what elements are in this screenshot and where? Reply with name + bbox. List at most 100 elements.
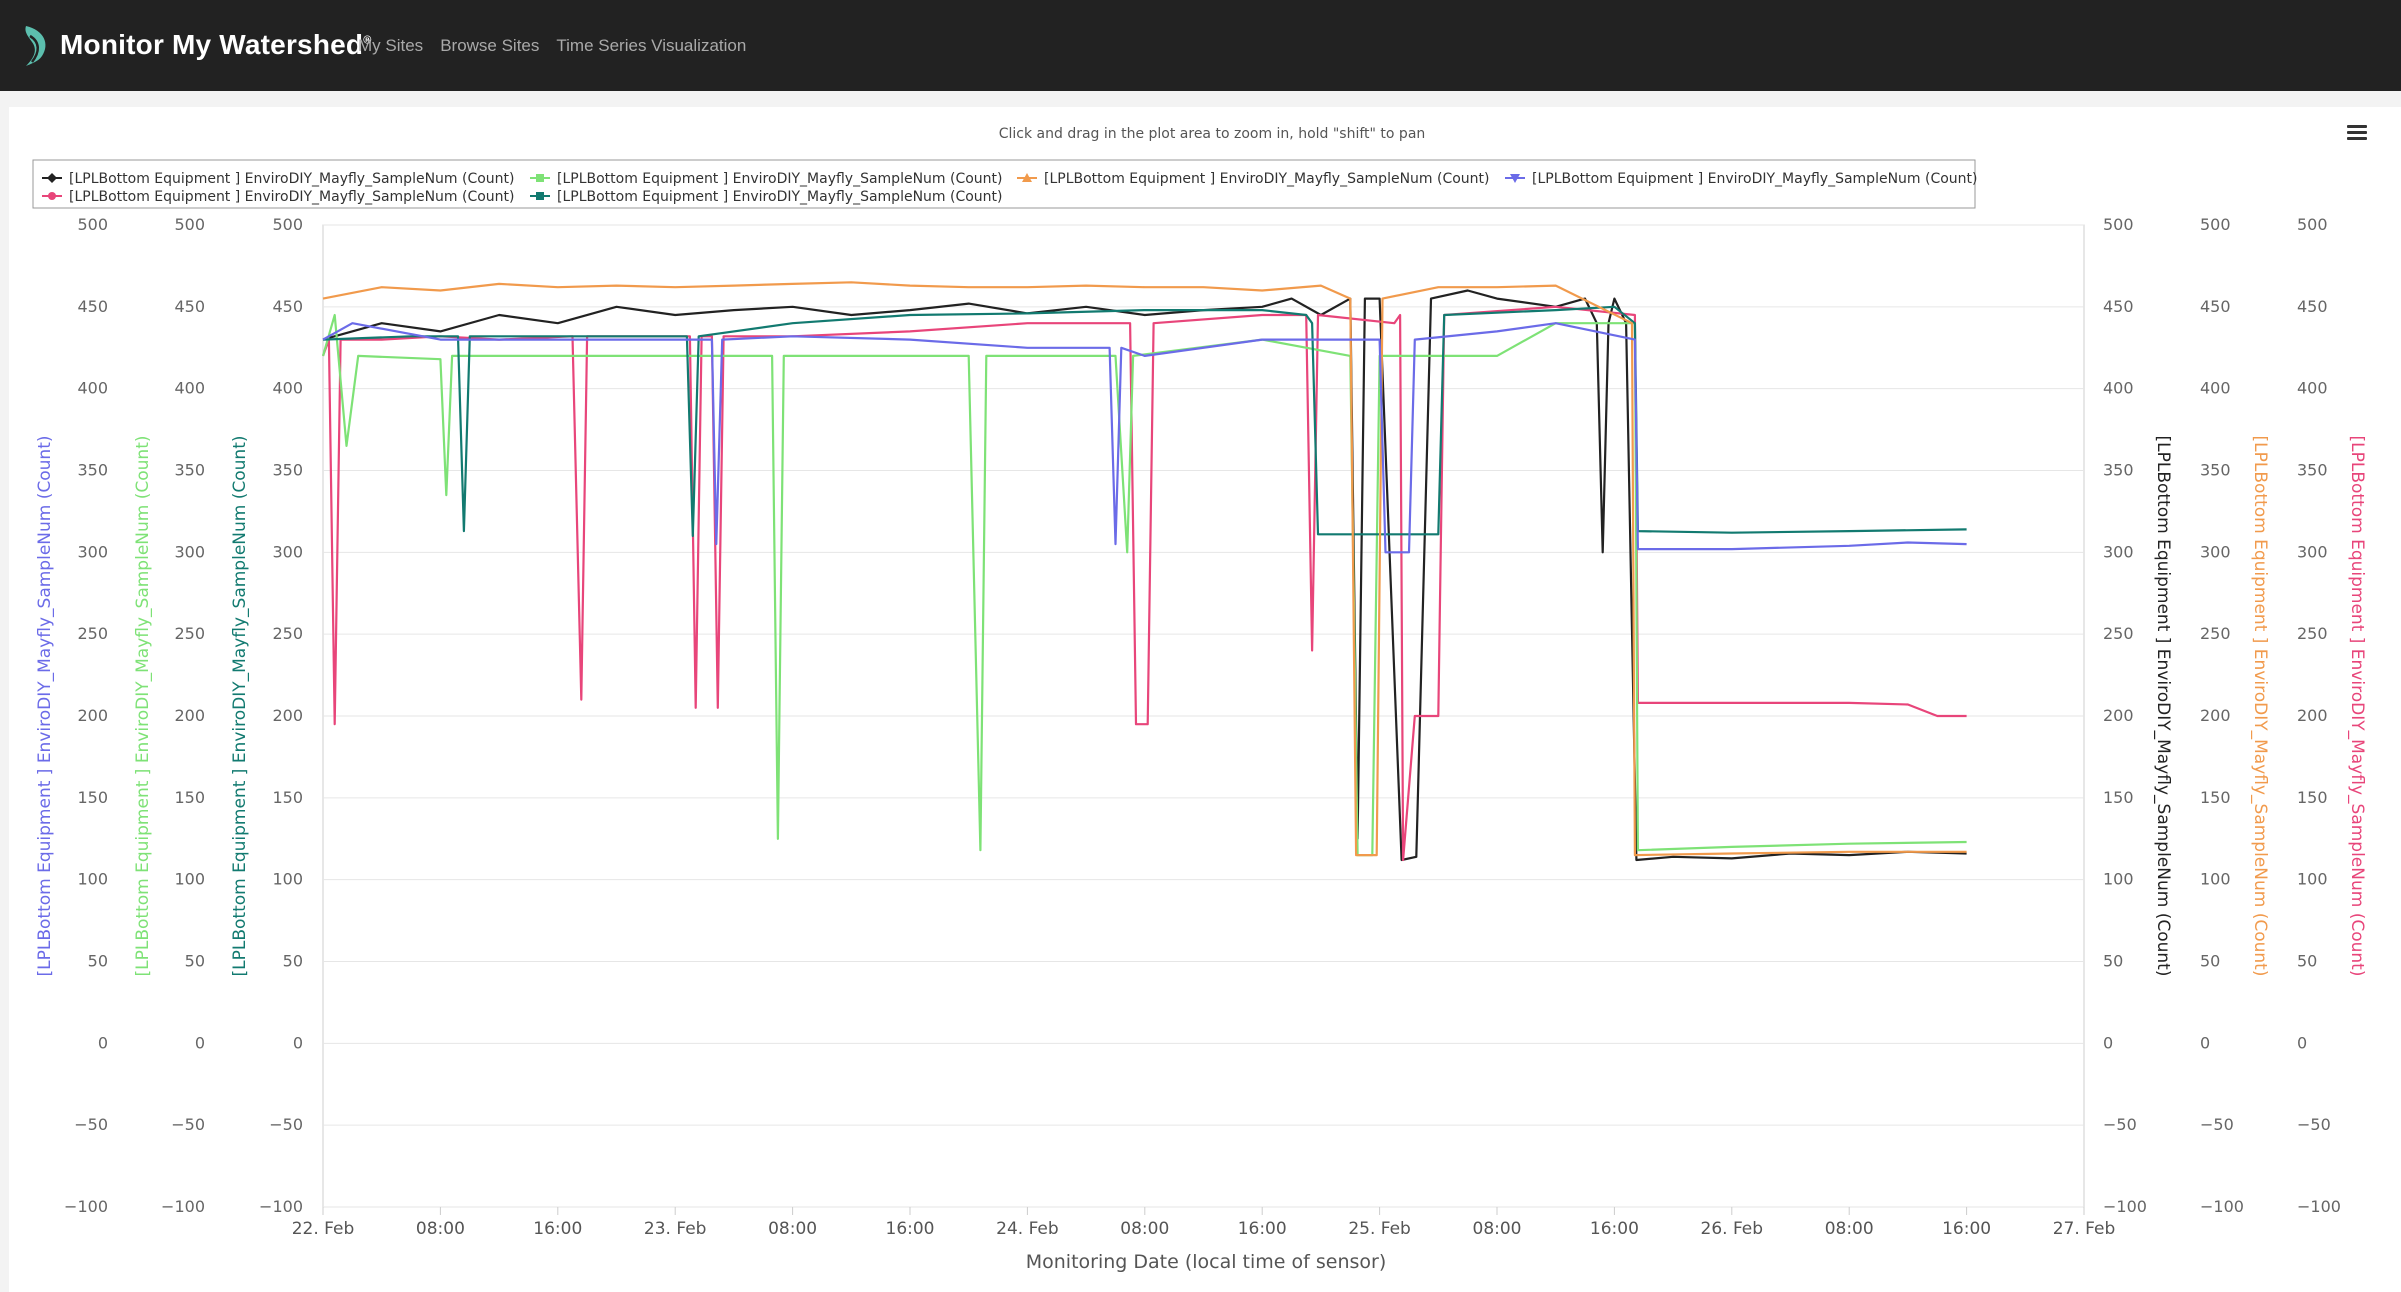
y-axis-title-right-3: [LPLBottom Equipment ] EnviroDIY_Mayfly_… — [2347, 436, 2367, 977]
series-line-3[interactable] — [321, 313, 1967, 857]
series-line-5[interactable] — [322, 281, 1967, 857]
y-tick-label-right-1: −100 — [2103, 1197, 2147, 1216]
x-axis-title: Monitoring Date (local time of sensor) — [1026, 1251, 1387, 1273]
y-tick-label-left-3: −100 — [259, 1197, 303, 1216]
legend-marker-square — [536, 174, 544, 182]
y-tick-label-right-1: 250 — [2103, 624, 2134, 643]
x-tick-label: 08:00 — [1473, 1219, 1522, 1239]
y-tick-label-left-3: 50 — [283, 952, 303, 971]
y-tick-label-left-2: 100 — [174, 870, 205, 889]
y-tick-label-right-1: 200 — [2103, 706, 2134, 725]
y-tick-label-right-2: 350 — [2200, 461, 2231, 480]
y-tick-label-left-1: −100 — [64, 1197, 108, 1216]
x-tick-label: 23. Feb — [644, 1219, 707, 1239]
y-tick-label-right-2: 500 — [2200, 215, 2231, 234]
y-tick-label-right-2: 250 — [2200, 624, 2231, 643]
y-tick-label-left-2: 300 — [174, 542, 205, 561]
y-tick-label-left-2: 200 — [174, 706, 205, 725]
y-tick-label-left-1: 100 — [77, 870, 108, 889]
y-tick-label-left-3: 450 — [272, 297, 303, 316]
legend-item-label[interactable]: [LPLBottom Equipment ] EnviroDIY_Mayfly_… — [1044, 171, 1490, 187]
y-axis-title-left-3: [LPLBottom Equipment ] EnviroDIY_Mayfly_… — [230, 436, 250, 977]
y-axis-title-left-1: [LPLBottom Equipment ] EnviroDIY_Mayfly_… — [35, 436, 55, 977]
legend-marker-square — [536, 192, 544, 200]
y-tick-label-left-3: 150 — [272, 788, 303, 807]
y-tick-label-right-3: −100 — [2297, 1197, 2341, 1216]
x-tick-label: 08:00 — [768, 1219, 817, 1239]
y-tick-label-left-2: 50 — [185, 952, 205, 971]
y-tick-label-right-3: 150 — [2297, 788, 2328, 807]
y-tick-label-right-2: 400 — [2200, 379, 2231, 398]
y-tick-label-left-1: 350 — [77, 461, 108, 480]
y-tick-label-left-3: 100 — [272, 870, 303, 889]
y-tick-label-right-3: 350 — [2297, 461, 2328, 480]
chart-legend: [LPLBottom Equipment ] EnviroDIY_Mayfly_… — [32, 159, 1978, 209]
y-tick-label-left-1: 0 — [98, 1033, 108, 1052]
series-line-4[interactable] — [322, 305, 1967, 538]
y-tick-label-left-1: 500 — [77, 215, 108, 234]
legend-item-label[interactable]: [LPLBottom Equipment ] EnviroDIY_Mayfly_… — [557, 189, 1003, 205]
y-tick-label-left-2: −100 — [161, 1197, 205, 1216]
y-tick-label-right-2: 100 — [2200, 870, 2231, 889]
y-tick-label-right-2: −50 — [2200, 1115, 2234, 1134]
legend-item-label[interactable]: [LPLBottom Equipment ] EnviroDIY_Mayfly_… — [69, 171, 515, 187]
y-tick-label-left-1: −50 — [74, 1115, 108, 1134]
y-tick-label-right-3: 400 — [2297, 379, 2328, 398]
y-tick-label-right-3: 200 — [2297, 706, 2328, 725]
series-line-1[interactable] — [322, 289, 1967, 862]
series-group[interactable] — [321, 281, 1967, 862]
y-tick-label-left-2: 250 — [174, 624, 205, 643]
y-tick-label-right-2: −100 — [2200, 1197, 2244, 1216]
y-tick-label-left-2: 0 — [195, 1033, 205, 1052]
y-tick-label-right-3: 300 — [2297, 542, 2328, 561]
y-tick-label-right-3: 50 — [2297, 952, 2317, 971]
y-tick-label-right-1: −50 — [2103, 1115, 2137, 1134]
y-tick-label-left-2: 150 — [174, 788, 205, 807]
legend-item-label[interactable]: [LPLBottom Equipment ] EnviroDIY_Mayfly_… — [1532, 171, 1978, 187]
y-tick-label-left-3: 350 — [272, 461, 303, 480]
y-tick-label-left-3: −50 — [269, 1115, 303, 1134]
y-tick-label-left-3: 200 — [272, 706, 303, 725]
x-tick-label: 24. Feb — [996, 1219, 1059, 1239]
y-tick-label-left-2: −50 — [171, 1115, 205, 1134]
x-tick-label: 08:00 — [416, 1219, 465, 1239]
y-tick-label-left-3: 500 — [272, 215, 303, 234]
y-tick-label-right-3: 100 — [2297, 870, 2328, 889]
time-series-chart[interactable]: Click and drag in the plot area to zoom … — [0, 0, 2401, 1292]
y-tick-label-right-1: 150 — [2103, 788, 2134, 807]
x-tick-label: 16:00 — [1590, 1219, 1639, 1239]
y-tick-label-right-2: 200 — [2200, 706, 2231, 725]
x-tick-label: 26. Feb — [1701, 1219, 1764, 1239]
y-tick-label-right-2: 450 — [2200, 297, 2231, 316]
y-tick-label-right-1: 400 — [2103, 379, 2134, 398]
y-tick-label-right-2: 50 — [2200, 952, 2220, 971]
y-tick-label-left-3: 300 — [272, 542, 303, 561]
y-axis-title-right-2: [LPLBottom Equipment ] EnviroDIY_Mayfly_… — [2250, 436, 2270, 977]
y-tick-label-left-1: 300 — [77, 542, 108, 561]
y-tick-label-right-1: 0 — [2103, 1033, 2113, 1052]
series-line-2[interactable] — [321, 305, 1967, 862]
x-tick-label: 25. Feb — [1348, 1219, 1411, 1239]
x-tick-label: 08:00 — [1825, 1219, 1874, 1239]
legend-item-label[interactable]: [LPLBottom Equipment ] EnviroDIY_Mayfly_… — [557, 171, 1003, 187]
y-tick-label-right-1: 450 — [2103, 297, 2134, 316]
y-tick-label-left-2: 350 — [174, 461, 205, 480]
y-tick-label-left-3: 0 — [293, 1033, 303, 1052]
legend-item-label[interactable]: [LPLBottom Equipment ] EnviroDIY_Mayfly_… — [69, 189, 515, 205]
legend-marker-circle — [48, 192, 56, 200]
y-tick-label-left-3: 400 — [272, 379, 303, 398]
y-tick-label-left-2: 400 — [174, 379, 205, 398]
x-tick-label: 22. Feb — [292, 1219, 355, 1239]
y-tick-label-left-3: 250 — [272, 624, 303, 643]
y-tick-label-left-1: 200 — [77, 706, 108, 725]
y-tick-label-left-1: 150 — [77, 788, 108, 807]
y-tick-label-right-1: 350 — [2103, 461, 2134, 480]
y-tick-label-right-2: 150 — [2200, 788, 2231, 807]
y-tick-label-right-3: 450 — [2297, 297, 2328, 316]
y-tick-label-right-1: 50 — [2103, 952, 2123, 971]
y-tick-label-right-3: −50 — [2297, 1115, 2331, 1134]
series-line-6[interactable] — [322, 322, 1967, 554]
x-tick-label: 27. Feb — [2053, 1219, 2116, 1239]
y-tick-label-left-2: 500 — [174, 215, 205, 234]
y-tick-label-right-3: 0 — [2297, 1033, 2307, 1052]
